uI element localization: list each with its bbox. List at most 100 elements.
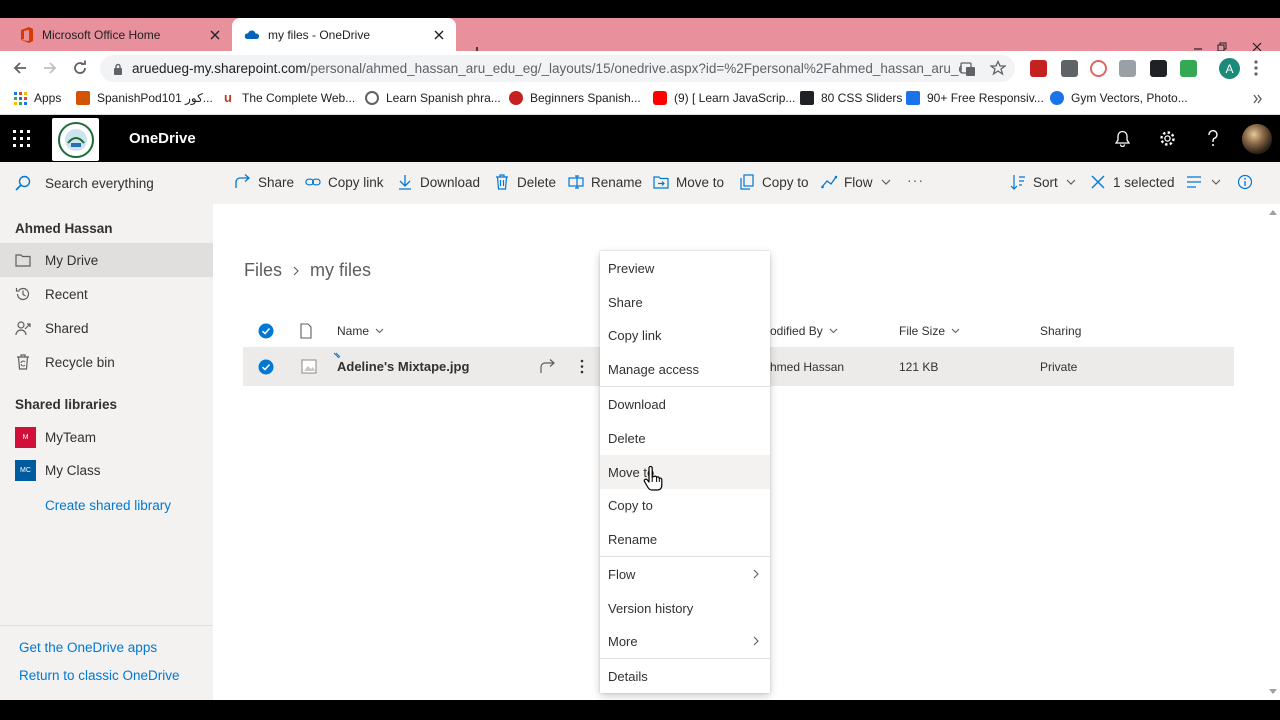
url-text[interactable]: aruedueg-my.sharepoint.com/personal/ahme…: [132, 61, 962, 76]
column-header-sharing[interactable]: Sharing: [1040, 324, 1081, 338]
bookmark-star-icon[interactable]: [990, 60, 1006, 76]
menu-item-flow[interactable]: Flow: [600, 557, 770, 591]
menu-item-copy-link[interactable]: Copy link: [600, 318, 770, 352]
tab-microsoft-office-home[interactable]: Microsoft Office Home: [0, 18, 232, 51]
image-file-icon: [301, 359, 317, 374]
breadcrumb: Files my files: [244, 260, 371, 281]
copy-to-button[interactable]: Copy to: [739, 174, 809, 190]
create-shared-library-link[interactable]: Create shared library: [45, 498, 171, 513]
grid-extension-icon[interactable]: [1119, 60, 1136, 77]
menu-item-delete[interactable]: Delete: [600, 421, 770, 455]
tab-title: Microsoft Office Home: [42, 27, 161, 42]
column-header-name[interactable]: Name: [337, 324, 384, 338]
modified-by-cell: hmed Hassan: [770, 360, 845, 374]
circle-extension-icon[interactable]: [1090, 60, 1107, 77]
select-all-checkbox[interactable]: [258, 323, 274, 339]
share-label: Share: [258, 174, 295, 190]
chevron-right-icon: [752, 636, 760, 646]
menu-item-share[interactable]: Share: [600, 285, 770, 319]
bookmark-css-sliders[interactable]: 80 CSS Sliders: [800, 91, 902, 105]
vertical-scrollbar[interactable]: [1266, 204, 1280, 700]
menu-item-more[interactable]: More: [600, 624, 770, 658]
rename-button[interactable]: Rename: [568, 174, 642, 190]
menu-item-version-history[interactable]: Version history: [600, 591, 770, 625]
omnibox[interactable]: aruedueg-my.sharepoint.com/personal/ahme…: [100, 55, 1015, 82]
bookmark-free-responsive[interactable]: 90+ Free Responsiv...: [906, 91, 1044, 105]
scroll-up-arrow-icon[interactable]: [1269, 210, 1277, 215]
bookmark-complete-web[interactable]: u The Complete Web...: [221, 91, 355, 106]
back-arrow-icon[interactable]: [11, 59, 29, 77]
menu-item-copy-to[interactable]: Copy to: [600, 488, 770, 522]
bookmark-gym-vectors[interactable]: Gym Vectors, Photo...: [1050, 91, 1188, 105]
menu-item-manage-access[interactable]: Manage access: [600, 352, 770, 386]
nav-item-my-drive[interactable]: My Drive: [0, 243, 213, 277]
nav-item-myteam[interactable]: M MyTeam: [0, 420, 213, 454]
translate-icon[interactable]: [960, 61, 976, 77]
settings-gear-icon[interactable]: [1158, 129, 1177, 148]
screen-extension-icon[interactable]: [1180, 60, 1197, 77]
nav-item-recycle-bin[interactable]: Recycle bin: [0, 345, 213, 379]
row-more-actions-icon[interactable]: [580, 359, 584, 374]
clear-selection-button[interactable]: 1 selected: [1090, 174, 1175, 190]
nav-item-my-class[interactable]: MC My Class: [0, 453, 213, 487]
kebab-menu-icon[interactable]: [1254, 60, 1258, 76]
scroll-down-arrow-icon[interactable]: [1269, 689, 1277, 694]
bookmark-label: Learn Spanish phra...: [386, 91, 501, 105]
menu-item-move-to[interactable]: Move to: [600, 455, 770, 489]
delete-label: Delete: [517, 174, 557, 190]
tab-my-files-onedrive[interactable]: my files - OneDrive: [232, 18, 456, 51]
sort-button[interactable]: Sort: [1010, 174, 1076, 190]
suite-header: OneDrive: [0, 115, 1280, 162]
close-tab-icon[interactable]: [208, 28, 222, 42]
user-avatar[interactable]: [1242, 124, 1272, 154]
bookmark-learn-javascript[interactable]: (9) [ Learn JavaScrip...: [653, 91, 795, 105]
row-checkbox[interactable]: [258, 359, 274, 375]
folder-icon: [15, 252, 31, 268]
info-pane-button[interactable]: [1237, 174, 1260, 190]
notifications-bell-icon[interactable]: [1113, 129, 1132, 148]
library-tile: M: [15, 426, 36, 448]
menu-item-rename[interactable]: Rename: [600, 522, 770, 556]
move-to-button[interactable]: Move to: [653, 174, 724, 190]
help-question-icon[interactable]: [1203, 129, 1222, 148]
file-name[interactable]: Adeline's Mixtape.jpg: [337, 359, 469, 374]
bookmark-spanishpod101[interactable]: SpanishPod101 كور...: [76, 91, 213, 105]
reload-icon[interactable]: [71, 59, 89, 77]
row-share-icon[interactable]: [540, 359, 556, 374]
column-header-modified-by[interactable]: odified By: [770, 324, 838, 338]
bookmark-label: SpanishPod101 كور...: [97, 91, 213, 105]
share-button[interactable]: Share: [235, 174, 294, 190]
app-name[interactable]: OneDrive: [129, 130, 196, 147]
sort-icon: [1010, 174, 1026, 190]
forward-arrow-icon[interactable]: [41, 59, 59, 77]
chevron-down-icon: [881, 177, 891, 187]
menu-item-details[interactable]: Details: [600, 659, 770, 693]
menu-item-preview[interactable]: Preview: [600, 251, 770, 285]
app-launcher-waffle-icon[interactable]: [13, 130, 30, 147]
nav-item-shared[interactable]: Shared: [0, 311, 213, 345]
bookmarks-overflow-icon[interactable]: [1253, 94, 1263, 104]
eyedropper-extension-icon[interactable]: [1061, 60, 1078, 77]
get-onedrive-apps-link[interactable]: Get the OneDrive apps: [19, 640, 157, 655]
menu-item-download[interactable]: Download: [600, 387, 770, 421]
bookmark-apps[interactable]: Apps: [13, 91, 61, 105]
close-tab-icon[interactable]: [432, 28, 446, 42]
adblock-extension-icon[interactable]: [1030, 60, 1047, 77]
breadcrumb-files[interactable]: Files: [244, 260, 282, 281]
column-header-file-size[interactable]: File Size: [899, 324, 960, 338]
download-button[interactable]: Download: [397, 174, 480, 190]
university-logo-icon[interactable]: [52, 118, 99, 161]
bookmark-learn-spanish[interactable]: Learn Spanish phra...: [365, 91, 501, 105]
flow-button[interactable]: Flow: [821, 174, 891, 190]
copy-link-button[interactable]: Copy link: [305, 174, 384, 190]
profile-avatar[interactable]: A: [1219, 58, 1240, 79]
more-commands-button[interactable]: ···: [907, 172, 924, 188]
delete-button[interactable]: Delete: [494, 174, 556, 190]
nav-item-recent[interactable]: Recent: [0, 277, 213, 311]
bookmark-beginners-spanish[interactable]: Beginners Spanish...: [509, 91, 641, 105]
download-icon: [397, 174, 413, 190]
search-box[interactable]: Search everything: [14, 174, 154, 192]
view-options-button[interactable]: [1186, 174, 1221, 190]
cube-extension-icon[interactable]: [1150, 60, 1167, 77]
return-classic-onedrive-link[interactable]: Return to classic OneDrive: [19, 668, 180, 683]
